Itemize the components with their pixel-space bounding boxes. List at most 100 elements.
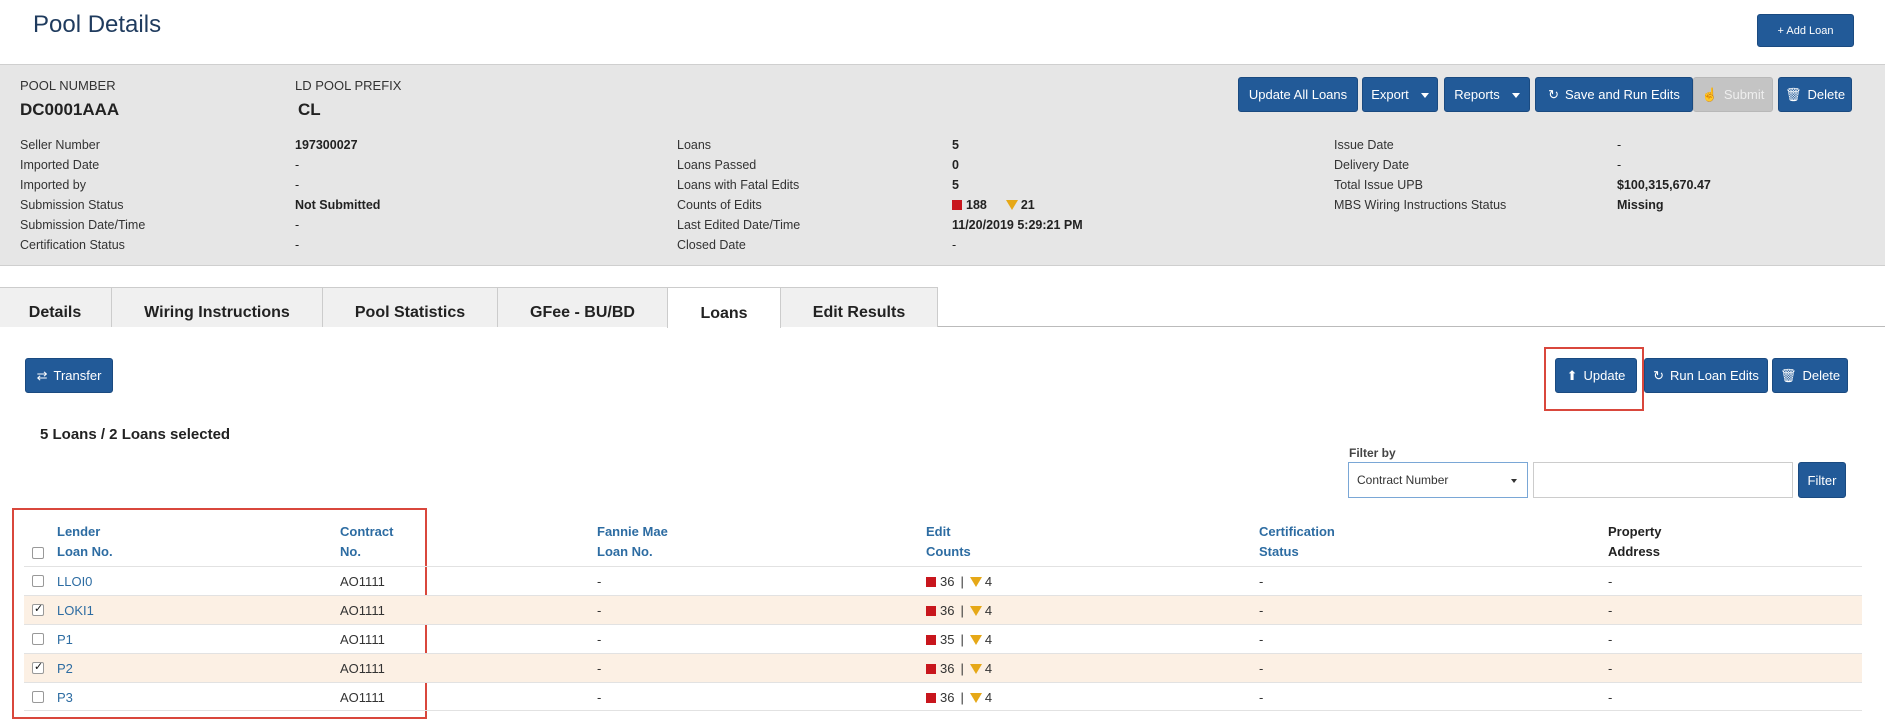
contract-no: AO1111: [340, 632, 385, 647]
total-issue-upb-label: Total Issue UPB: [1334, 178, 1423, 192]
filter-label: Filter: [1807, 472, 1837, 488]
header-edit-counts[interactable]: Edit Counts: [926, 522, 971, 562]
counts-of-edits-value: 188 21: [952, 198, 1035, 212]
closed-date-label: Closed Date: [677, 238, 746, 252]
warning-triangle-icon: [969, 664, 982, 674]
edit-counts: 36 | 4: [926, 690, 992, 705]
warning-count: 21: [1020, 198, 1035, 212]
warning-triangle-icon: [969, 577, 982, 587]
warning-count: 4: [984, 632, 993, 647]
delete-loans-button[interactable]: 🗑 Delete: [1772, 358, 1848, 393]
certification-status-value: -: [295, 238, 300, 252]
certification-status-label: Certification Status: [20, 238, 125, 252]
submit-button[interactable]: ☝ Submit: [1693, 77, 1773, 112]
seller-number-label: Seller Number: [20, 138, 100, 152]
imported-by-label: Imported by: [20, 178, 87, 192]
row-checkbox[interactable]: [32, 660, 44, 674]
table-row: LLOI0 AO1111 - 36 | 4 - -: [24, 566, 1862, 595]
pool-tabs: Details Wiring Instructions Pool Statist…: [0, 287, 1885, 328]
run-loan-edits-button[interactable]: ↻ Run Loan Edits: [1644, 358, 1768, 393]
separator: |: [960, 603, 964, 618]
fannie-mae-loan-no: -: [597, 690, 602, 705]
add-loan-button[interactable]: + Add Loan: [1757, 14, 1854, 47]
fannie-mae-loan-no: -: [597, 632, 602, 647]
header-edit-line2: Counts: [926, 544, 971, 559]
update-label: Update: [1583, 368, 1626, 383]
header-fannie-line1: Fannie Mae: [597, 524, 668, 539]
tab-edit-results[interactable]: Edit Results: [780, 287, 938, 327]
header-lender-line2: Loan No.: [57, 544, 113, 559]
transfer-label: Transfer: [53, 368, 102, 383]
row-checkbox[interactable]: [32, 602, 44, 616]
add-loan-label: + Add Loan: [1777, 24, 1834, 37]
header-fannie-line2: Loan No.: [597, 544, 653, 559]
header-edit-line1: Edit: [926, 524, 951, 539]
transfer-icon: ⇄: [36, 367, 48, 383]
issue-date-label: Issue Date: [1334, 138, 1394, 152]
fatal-count: 36: [940, 661, 955, 676]
warning-triangle-icon: [969, 606, 982, 616]
filter-field-select[interactable]: Contract Number: [1348, 462, 1528, 498]
separator: |: [960, 661, 964, 676]
transfer-button[interactable]: ⇄ Transfer: [25, 358, 113, 393]
tab-wiring-instructions[interactable]: Wiring Instructions: [111, 287, 323, 327]
chevron-down-icon: [1511, 479, 1517, 483]
selection-summary: 5 Loans / 2 Loans selected: [40, 426, 231, 443]
header-lender-loan-no[interactable]: Lender Loan No.: [57, 522, 113, 562]
update-button[interactable]: ⬆ Update: [1555, 358, 1637, 393]
header-contract-line1: Contract: [340, 524, 394, 539]
edit-counts: 36 | 4: [926, 574, 992, 589]
table-row: LOKI1 AO1111 - 36 | 4 - -: [24, 595, 1862, 624]
lender-loan-link[interactable]: P1: [57, 632, 73, 647]
lender-loan-link[interactable]: P3: [57, 690, 73, 705]
export-dropdown[interactable]: Export: [1362, 77, 1438, 112]
delete-pool-button[interactable]: 🗑 Delete: [1778, 77, 1852, 112]
imported-date-value: -: [295, 158, 300, 172]
upload-icon: ⬆: [1566, 367, 1578, 383]
header-contract-no[interactable]: Contract No.: [340, 522, 393, 562]
select-all-checkbox[interactable]: [32, 547, 44, 559]
imported-date-label: Imported Date: [20, 158, 100, 172]
tab-pool-statistics[interactable]: Pool Statistics: [322, 287, 498, 327]
reports-dropdown[interactable]: Reports: [1444, 77, 1530, 112]
fatal-square-icon: [926, 606, 936, 616]
lender-loan-link[interactable]: LLOI0: [57, 574, 92, 589]
certification-status: -: [1259, 574, 1264, 589]
pool-prefix-label: LD POOL PREFIX: [295, 78, 402, 93]
separator: |: [960, 690, 964, 705]
lender-loan-link[interactable]: P2: [57, 661, 73, 676]
last-edited-value: 11/20/2019 5:29:21 PM: [952, 218, 1083, 232]
certification-status: -: [1259, 661, 1264, 676]
filter-button[interactable]: Filter: [1798, 462, 1846, 498]
header-certification-status[interactable]: Certification Status: [1259, 522, 1335, 562]
export-label: Export: [1371, 87, 1409, 102]
tab-loans[interactable]: Loans: [667, 287, 781, 328]
certification-status: -: [1259, 690, 1264, 705]
pool-number-label: POOL NUMBER: [20, 78, 116, 93]
update-all-loans-button[interactable]: Update All Loans: [1238, 77, 1358, 112]
warning-count: 4: [984, 661, 993, 676]
run-loan-edits-label: Run Loan Edits: [1670, 368, 1759, 383]
row-checkbox[interactable]: [32, 575, 44, 587]
row-checkbox[interactable]: [32, 691, 44, 703]
header-fannie-mae-loan-no[interactable]: Fannie Mae Loan No.: [597, 522, 668, 562]
top-bar: Pool Details + Add Loan: [0, 0, 1885, 64]
table-row: P3 AO1111 - 36 | 4 - -: [24, 682, 1862, 711]
filter-by-label: Filter by: [1349, 446, 1396, 460]
total-issue-upb-value: $100,315,670.47: [1617, 178, 1711, 192]
property-address: -: [1608, 632, 1613, 647]
save-and-run-edits-button[interactable]: ↻ Save and Run Edits: [1535, 77, 1693, 112]
fatal-count: 35: [940, 632, 955, 647]
tab-details[interactable]: Details: [0, 287, 112, 327]
filter-value-input[interactable]: [1533, 462, 1793, 498]
lender-loan-link[interactable]: LOKI1: [57, 603, 94, 618]
property-address: -: [1608, 603, 1613, 618]
separator: |: [960, 632, 964, 647]
fatal-count: 36: [940, 603, 955, 618]
fatal-square-icon: [952, 200, 962, 210]
row-checkbox[interactable]: [32, 633, 44, 645]
header-cert-line2: Status: [1259, 544, 1299, 559]
edit-counts: 36 | 4: [926, 661, 992, 676]
tab-gfee[interactable]: GFee - BU/BD: [497, 287, 668, 327]
submit-label: Submit: [1723, 87, 1765, 102]
